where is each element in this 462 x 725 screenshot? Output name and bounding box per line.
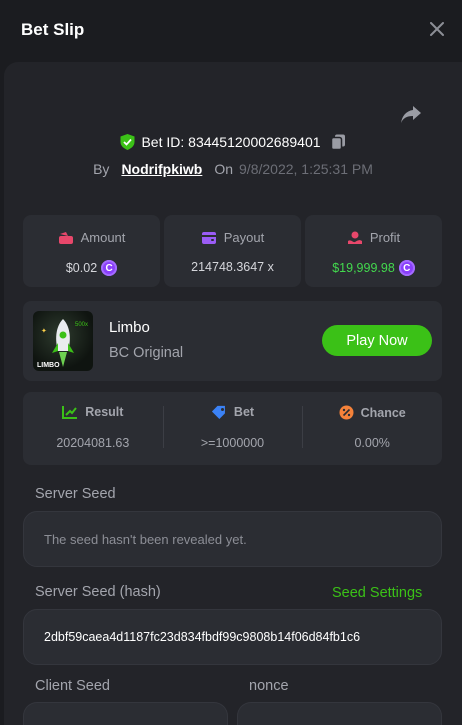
server-seed-hash-field[interactable]: 2dbf59caea4d1187fc23d834fbdf99c9808b14f0… xyxy=(23,609,442,665)
amount-value: $0.02 xyxy=(65,261,98,275)
game-card: 500x LIMBO ✦ Limbo BC Original Play Now xyxy=(23,301,442,381)
server-seed-hash-label: Server Seed (hash) xyxy=(35,584,161,600)
result-card: Result 20204081.63 Bet >=1000000 Chance … xyxy=(23,392,442,465)
close-button[interactable] xyxy=(426,18,448,40)
amount-label: Amount xyxy=(80,230,126,245)
play-now-button[interactable]: Play Now xyxy=(322,325,432,356)
modal-title: Bet Slip xyxy=(21,20,85,39)
thumb-badge: 500x xyxy=(75,322,88,328)
client-seed-label: Client Seed xyxy=(35,678,110,694)
rocket-icon: 500x LIMBO ✦ xyxy=(37,319,88,369)
amount-icon xyxy=(58,231,73,244)
result-column: Result 20204081.63 xyxy=(23,392,163,465)
thumb-text: LIMBO xyxy=(37,362,60,369)
bet-id-row: Bet ID: 83445120002689401 xyxy=(4,134,462,150)
game-subtitle: BC Original xyxy=(109,345,184,361)
bet-column: Bet >=1000000 xyxy=(162,392,303,465)
chance-percent-icon xyxy=(339,405,354,420)
bet-id: Bet ID: 83445120002689401 xyxy=(141,134,321,150)
on-label: On xyxy=(214,161,234,177)
profit-label: Profit xyxy=(369,230,401,245)
by-label: By xyxy=(93,161,110,177)
copy-icon[interactable] xyxy=(330,134,346,150)
client-seed-field[interactable] xyxy=(23,702,228,725)
payout-stat: Payout 214748.3647 x xyxy=(164,215,301,287)
bet-stats: Amount $0.02 C Payout 214748.3647 x Prof… xyxy=(23,215,442,287)
bet-slip-modal: Bet Slip Bet ID: 83445120002689401 By No… xyxy=(0,0,462,725)
shield-check-icon xyxy=(120,134,135,150)
chance-value: 0.00% xyxy=(354,436,390,450)
game-thumbnail[interactable]: 500x LIMBO ✦ xyxy=(33,311,93,371)
bet-label: Bet xyxy=(233,405,255,419)
close-icon xyxy=(430,22,444,36)
share-icon[interactable] xyxy=(400,104,422,124)
bet-value: >=1000000 xyxy=(200,436,265,450)
profit-stat: Profit $19,999.98 C xyxy=(305,215,442,287)
bet-date: 9/8/2022, 1:25:31 PM xyxy=(239,161,373,177)
server-seed-label: Server Seed xyxy=(35,486,116,502)
coin-icon: C xyxy=(101,260,118,276)
nonce-label: nonce xyxy=(249,678,289,694)
wallet-icon xyxy=(201,231,216,244)
payout-label: Payout xyxy=(223,230,265,245)
bet-tag-icon xyxy=(211,405,225,419)
game-name: Limbo xyxy=(109,319,150,336)
bettor-row: By Nodrifpkiwb On 9/8/2022, 1:25:31 PM xyxy=(4,161,462,177)
amount-stat: Amount $0.02 C xyxy=(23,215,160,287)
coin-icon: C xyxy=(398,260,415,276)
payout-value: 214748.3647 x xyxy=(191,260,274,274)
seed-settings-link[interactable]: Seed Settings xyxy=(332,585,422,601)
chance-column: Chance 0.00% xyxy=(302,392,442,465)
svg-text:✦: ✦ xyxy=(41,327,47,335)
profit-value: $19,999.98 xyxy=(332,261,395,275)
modal-header: Bet Slip xyxy=(0,0,462,60)
result-chart-icon xyxy=(62,406,78,419)
bet-details-panel: Bet ID: 83445120002689401 By Nodrifpkiwb… xyxy=(4,62,462,725)
profit-icon xyxy=(347,231,362,244)
nonce-field[interactable] xyxy=(237,702,442,725)
result-label: Result xyxy=(85,405,124,419)
bettor-username-link[interactable]: Nodrifpkiwb xyxy=(121,161,202,177)
chance-label: Chance xyxy=(360,405,406,420)
result-value: 20204081.63 xyxy=(56,436,130,450)
server-seed-field[interactable]: The seed hasn't been revealed yet. xyxy=(23,511,442,567)
